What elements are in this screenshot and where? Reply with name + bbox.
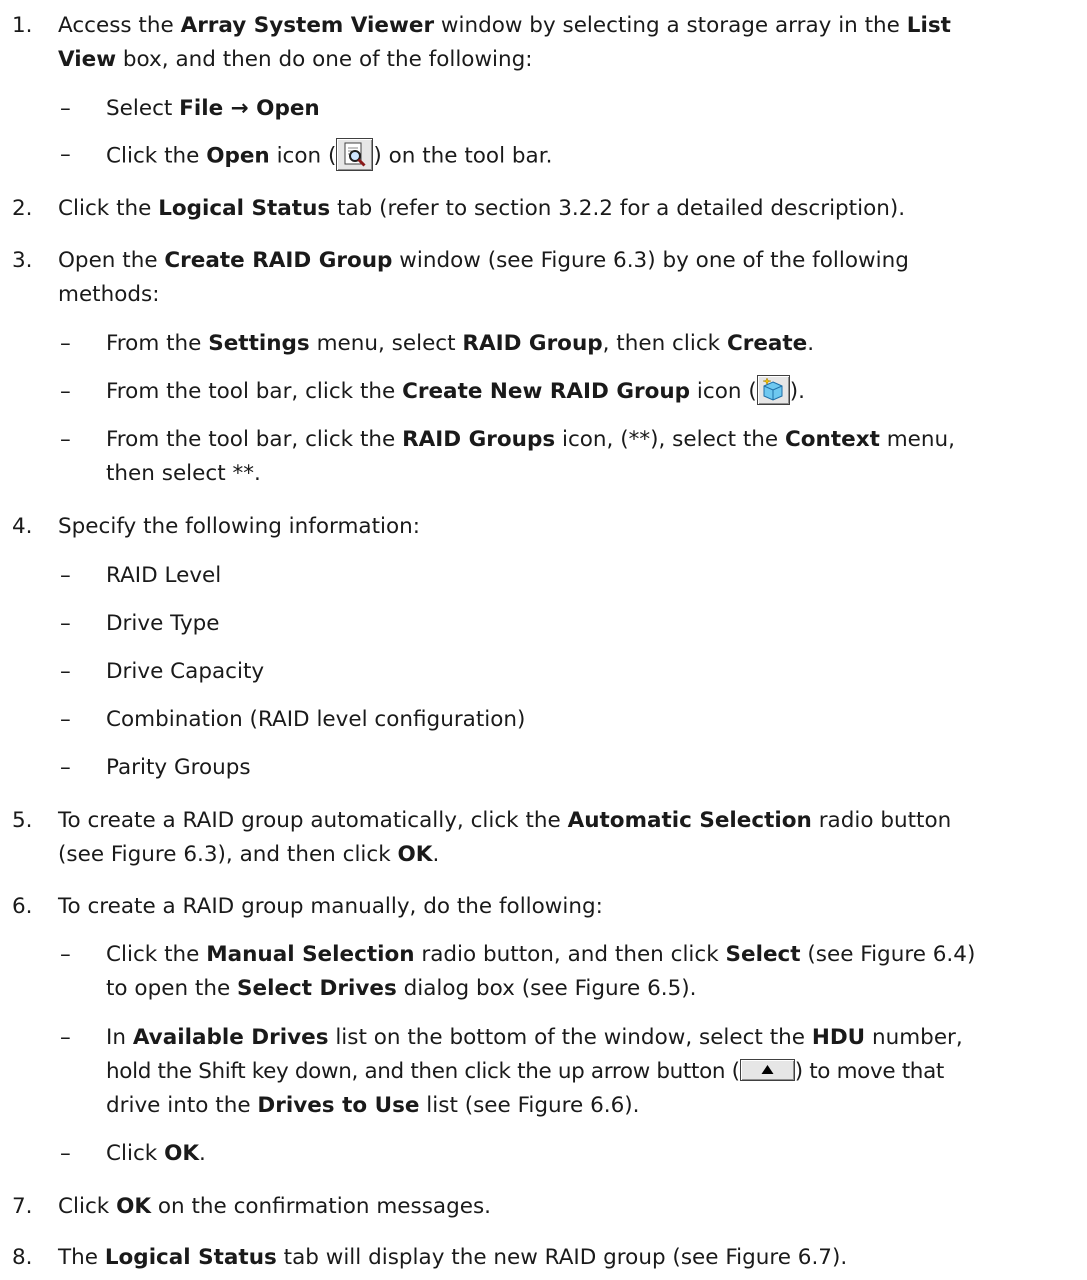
bullet-dash: – xyxy=(60,142,71,167)
step-number: 2. xyxy=(12,196,33,221)
step-text: To create a RAID group automatically, cl… xyxy=(58,808,952,833)
step-text: To create a RAID group manually, do the … xyxy=(58,894,603,919)
procedure-document: 1. Access the Array System Viewer window… xyxy=(0,0,1087,1280)
up-arrow-button-icon xyxy=(739,1059,795,1081)
list-item: Parity Groups xyxy=(106,755,251,780)
step-number: 4. xyxy=(12,514,33,539)
sub-step-text: to open the Select Drives dialog box (se… xyxy=(106,976,697,1001)
list-item: Drive Capacity xyxy=(106,659,265,684)
bullet-dash: – xyxy=(60,1025,71,1050)
sub-step-text: Click the Manual Selection radio button,… xyxy=(106,942,976,967)
step-number: 1. xyxy=(12,13,33,38)
list-item: Combination (RAID level configuration) xyxy=(106,707,526,732)
bullet-dash: – xyxy=(60,331,71,356)
bullet-dash: – xyxy=(60,1141,71,1166)
step-number: 6. xyxy=(12,894,33,919)
step-text: Open the Create RAID Group window (see F… xyxy=(58,248,909,273)
bullet-dash: – xyxy=(60,427,71,452)
step-text: The Logical Status tab will display the … xyxy=(58,1245,848,1270)
new-raid-cube-icon xyxy=(756,375,790,405)
step-text: Specify the following information: xyxy=(58,514,421,539)
bullet-dash: – xyxy=(60,707,71,732)
step-number: 3. xyxy=(12,248,33,273)
step-text: methods: xyxy=(58,282,160,307)
sub-step-text: From the Settings menu, select RAID Grou… xyxy=(106,331,815,356)
magnifier-page-icon xyxy=(336,138,374,171)
step-text: (see Figure 6.3), and then click OK. xyxy=(58,842,440,867)
sub-step-text: In Available Drives list on the bottom o… xyxy=(106,1025,963,1050)
sub-step-text: hold the Shift key down, and then click … xyxy=(106,1059,944,1084)
list-item: Drive Type xyxy=(106,611,220,636)
list-item: RAID Level xyxy=(106,563,222,588)
sub-step-text: Select File → Open xyxy=(106,96,320,121)
bullet-dash: – xyxy=(60,659,71,684)
bullet-dash: – xyxy=(60,611,71,636)
step-text: Click the Logical Status tab (refer to s… xyxy=(58,196,906,221)
sub-step-text: Click the Open icon () on the tool bar. xyxy=(106,138,552,173)
bullet-dash: – xyxy=(60,755,71,780)
step-number: 7. xyxy=(12,1194,33,1219)
sub-step-text: then select **. xyxy=(106,461,261,486)
step-number: 5. xyxy=(12,808,33,833)
sub-step-text: From the tool bar, click the RAID Groups… xyxy=(106,427,955,452)
step-text: Access the Array System Viewer window by… xyxy=(58,13,951,38)
step-text: View box, and then do one of the followi… xyxy=(58,47,533,72)
sub-step-text: drive into the Drives to Use list (see F… xyxy=(106,1093,640,1118)
bullet-dash: – xyxy=(60,563,71,588)
bullet-dash: – xyxy=(60,942,71,967)
bullet-dash: – xyxy=(60,379,71,404)
bullet-dash: – xyxy=(60,96,71,121)
step-number: 8. xyxy=(12,1245,33,1270)
sub-step-text: Click OK. xyxy=(106,1141,206,1166)
step-text: Click OK on the confirmation messages. xyxy=(58,1194,491,1219)
sub-step-text: From the tool bar, click the Create New … xyxy=(106,375,805,407)
